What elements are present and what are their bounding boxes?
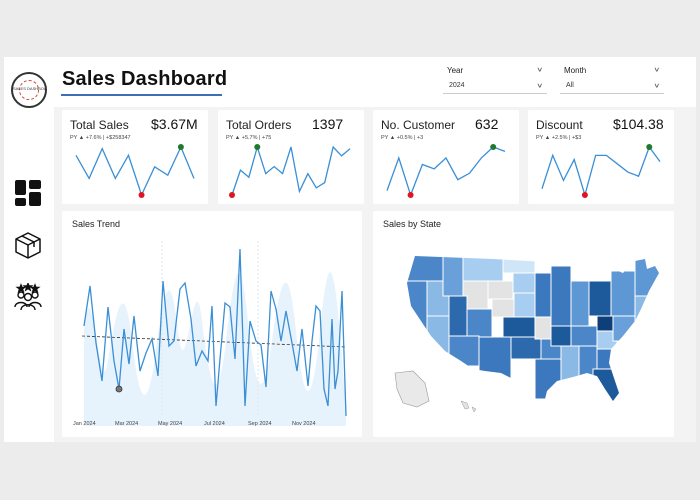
year-slicer[interactable]: Year ∨ 2024 ∨ [443, 62, 547, 98]
kpi-value: 632 [475, 116, 499, 132]
forecast-confidence-band [84, 272, 346, 426]
kpi-value: 1397 [312, 116, 344, 132]
state-regions [407, 256, 659, 407]
kpi-prior-year-change: PY ▲ +5.7% | +75 [226, 135, 272, 141]
us-sales-map[interactable] [373, 211, 674, 437]
sales-trend-chart[interactable]: Jan 2024 Mar 2024 May 2024 Jul 2024 Sep … [62, 211, 362, 437]
x-tick: Mar 2024 [115, 421, 138, 427]
kpi-title: Total Orders [226, 118, 292, 132]
alaska-region [394, 370, 430, 408]
kpi-prior-year-change: PY ▲ +0.5% | +3 [381, 135, 424, 141]
sales-by-state-panel: Sales by State [373, 211, 674, 437]
chevron-down-icon[interactable]: ∨ [536, 66, 543, 74]
sparkline-path [231, 144, 351, 196]
logo-text: SALES DASHBOARD [13, 86, 45, 91]
kpi-value: $104.38 [613, 116, 664, 132]
sparkline-path [386, 146, 506, 197]
kpi-card-no-customer[interactable]: No. Customer 632 PY ▲ +0.5% | +3 [373, 110, 519, 204]
kpi-card-total-orders[interactable]: Total Orders 1397 PY ▲ +5.7% | +75 [218, 110, 364, 204]
min-point-marker[interactable] [138, 192, 145, 198]
chevron-down-icon[interactable]: ∨ [536, 82, 543, 90]
min-point-marker[interactable] [229, 192, 235, 198]
kpi-title: Discount [536, 118, 583, 132]
max-point-marker[interactable] [254, 144, 261, 150]
kpi-card-total-sales[interactable]: Total Sales $3.67M PY ▲ +7.6% | +$258347 [62, 110, 208, 204]
min-point-marker[interactable] [581, 192, 588, 198]
year-dropdown-value: 2024 [449, 82, 465, 89]
x-tick: May 2024 [158, 421, 182, 427]
sales-trend-panel: Sales Trend Jan 2024 Mar 2024 May 2024 J… [62, 211, 362, 437]
year-slicer-label: Year [447, 66, 464, 75]
month-slicer[interactable]: Month ∨ All ∨ [560, 62, 664, 98]
kpi-sparkline [229, 144, 351, 198]
package-box-icon[interactable] [12, 229, 44, 261]
month-dropdown-value: All [566, 82, 574, 89]
x-tick: Jul 2024 [204, 421, 225, 427]
x-tick: Sep 2024 [248, 421, 272, 427]
header: Sales Dashboard Year ∨ 2024 ∨ Month ∨ Al… [54, 57, 696, 107]
chevron-down-icon[interactable]: ∨ [653, 82, 660, 90]
chevron-down-icon[interactable]: ∨ [653, 66, 660, 74]
kpi-title: No. Customer [381, 118, 456, 132]
kpi-sparkline [386, 144, 506, 198]
sparkline-path [75, 145, 195, 197]
sparkline-path [541, 145, 661, 198]
kpi-sparkline [75, 144, 195, 198]
month-slicer-label: Month [564, 66, 587, 75]
x-tick: Jan 2024 [73, 421, 96, 427]
company-logo: SALES DASHBOARD [11, 72, 47, 108]
kpi-sparkline [541, 144, 661, 198]
month-dropdown[interactable]: All ∨ [560, 78, 664, 94]
min-point-marker[interactable] [407, 192, 414, 198]
max-point-marker[interactable] [177, 144, 184, 150]
max-point-marker[interactable] [646, 144, 653, 150]
kpi-value: $3.67M [151, 116, 198, 132]
hawaii-region [460, 400, 477, 413]
x-tick: Nov 2024 [292, 421, 316, 427]
dashboard-grid-icon[interactable] [12, 177, 44, 209]
kpi-prior-year-change: PY ▲ +7.6% | +$258347 [70, 135, 131, 141]
kpi-prior-year-change: PY ▲ +2.5% | +$3 [536, 135, 582, 141]
selected-point-marker[interactable] [115, 385, 123, 393]
year-dropdown[interactable]: 2024 ∨ [443, 78, 547, 94]
title-underline [61, 94, 222, 96]
kpi-title: Total Sales [70, 118, 129, 132]
kpi-card-discount[interactable]: Discount $104.38 PY ▲ +2.5% | +$3 [528, 110, 674, 204]
page-title: Sales Dashboard [62, 68, 228, 90]
customers-group-icon[interactable] [12, 281, 44, 313]
max-point-marker[interactable] [490, 144, 497, 150]
sidebar: SALES DASHBOARD [4, 57, 54, 442]
